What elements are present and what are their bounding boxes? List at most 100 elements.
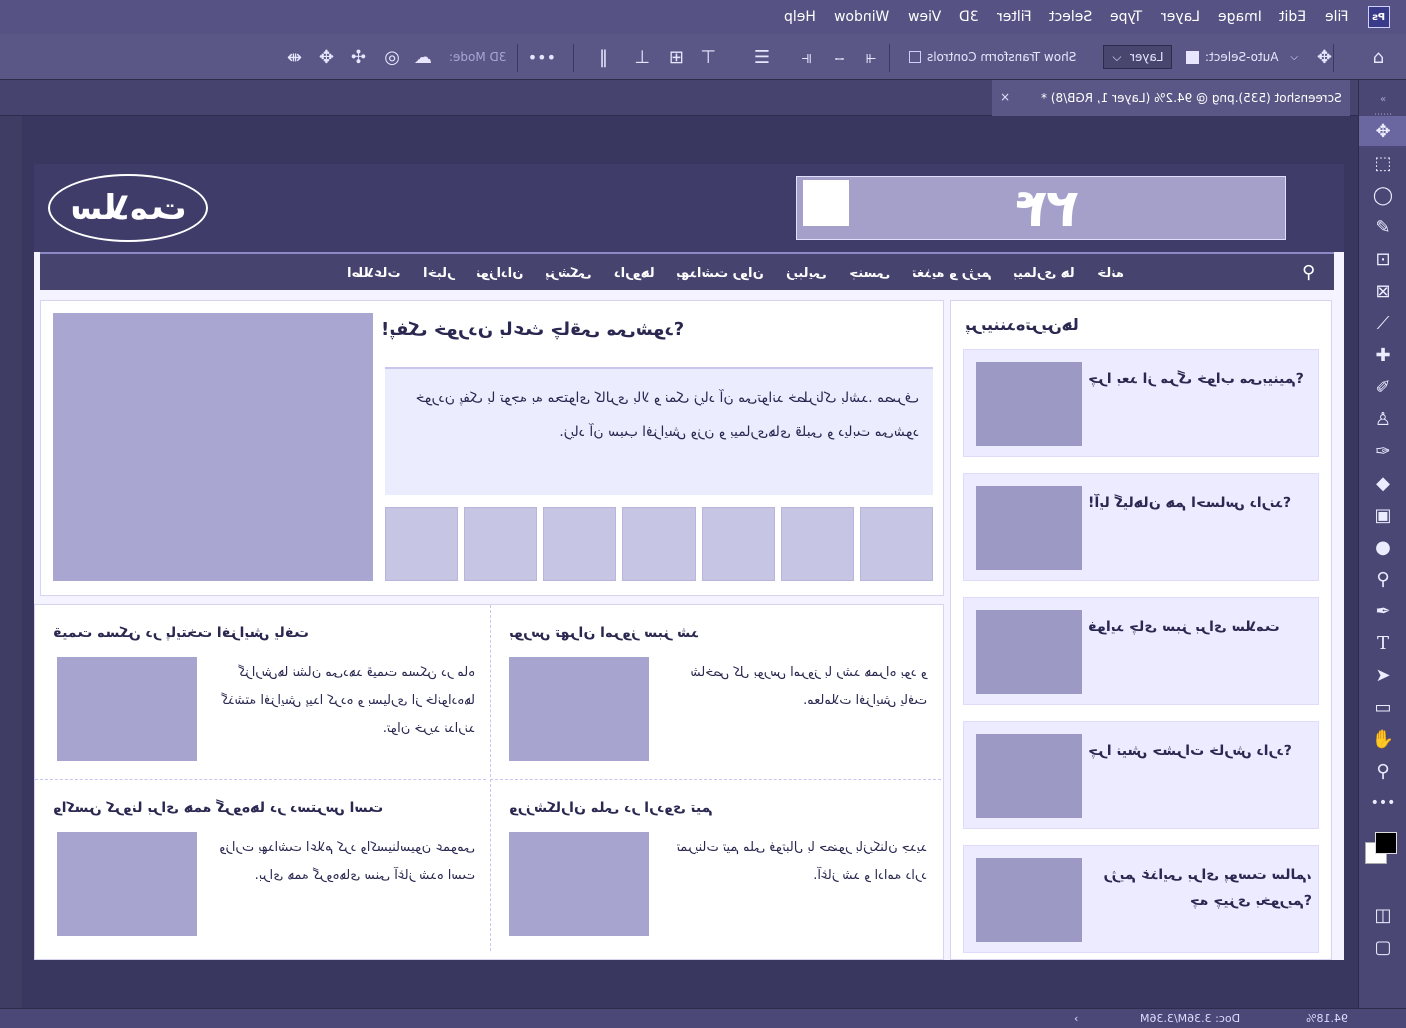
menu-image[interactable]: Image [1218, 9, 1262, 25]
close-tab-icon[interactable]: × [1000, 90, 1010, 104]
align-right-icon[interactable]: ⫣ [801, 34, 812, 80]
thumbnail[interactable] [464, 507, 538, 581]
nav-item[interactable]: پزشکی [545, 266, 591, 281]
align-left-icon[interactable]: ⫦ [866, 34, 876, 80]
dodge-tool-icon[interactable]: ⚲ [1359, 564, 1406, 594]
move-tool-icon[interactable]: ✥ [1359, 116, 1406, 146]
nav-item[interactable]: بهداشت روان [676, 266, 764, 281]
nav-item[interactable]: داروها [614, 266, 655, 281]
show-transform-checkbox[interactable] [908, 51, 921, 63]
most-read-item[interactable]: فواید چای سبز برای سلامت [963, 597, 1319, 705]
align-bottom-icon[interactable]: ⊥ [634, 34, 650, 80]
search-icon[interactable]: ⚲ [1302, 262, 1315, 283]
auto-select-dropdown[interactable]: ⌵ Layer [1103, 34, 1172, 80]
healing-brush-tool-icon[interactable]: ✚ [1359, 340, 1406, 370]
nav-item[interactable]: بیماری ها [1013, 266, 1075, 281]
foreground-color-swatch[interactable] [1375, 832, 1397, 854]
distribute-vertical-icon[interactable]: ‖ [599, 34, 608, 80]
featured-image[interactable] [53, 313, 373, 581]
nav-item[interactable]: زیبایی [786, 266, 827, 281]
blur-tool-icon[interactable]: ● [1359, 532, 1406, 562]
quick-mask-icon[interactable]: ◫ [1359, 900, 1406, 930]
menu-file[interactable]: File [1325, 9, 1348, 25]
news-item[interactable]: بورس تهران امروز سبز شد شاخص کل بورس امر… [490, 605, 941, 777]
screen-mode-icon[interactable]: ▢ [1359, 932, 1406, 962]
most-read-item[interactable]: آیا گیاهان هم احساس دارند؟! [963, 473, 1319, 581]
news-title[interactable]: قیمت مسکن در پایتخت افزایش یافت [53, 625, 473, 641]
thumbnail[interactable] [859, 507, 933, 581]
nav-item[interactable]: خانه [1097, 266, 1124, 281]
nav-item[interactable]: نوزادان [476, 266, 523, 281]
marquee-tool-icon[interactable]: ⬚ [1359, 148, 1406, 178]
hand-tool-icon[interactable]: ✋ [1359, 724, 1406, 754]
news-item[interactable]: قیمت مسکن در پایتخت افزایش یافت گزارش‌ها… [35, 605, 486, 777]
thumbnail[interactable] [780, 507, 854, 581]
nav-item[interactable]: اخبار [423, 266, 455, 281]
path-selection-tool-icon[interactable]: ➤ [1359, 660, 1406, 690]
frame-tool-icon[interactable]: ⊠ [1359, 276, 1406, 306]
menu-filter[interactable]: Filter [997, 9, 1032, 25]
status-arrow-icon[interactable]: › [1074, 1012, 1078, 1025]
brush-tool-icon[interactable]: ✐ [1359, 372, 1406, 402]
history-brush-tool-icon[interactable]: ✑ [1359, 436, 1406, 466]
thumbnail[interactable] [622, 507, 696, 581]
featured-title[interactable]: پفک خوردن باعث چاقی می‌شود؟! [381, 319, 937, 340]
crop-tool-icon[interactable]: ⊡ [1359, 244, 1406, 274]
lasso-tool-icon[interactable]: ◯ [1359, 180, 1406, 210]
document-tab[interactable]: Screenshot (535).png @ 94.2% (Layer 1, R… [992, 80, 1350, 116]
news-title[interactable]: ورزشکاران ملی در اردوی تیم [509, 800, 929, 816]
gradient-tool-icon[interactable]: ▣ [1359, 500, 1406, 530]
document-canvas[interactable]: سلامت ۲۴ خانه بیماری ها تغذیه و رژیم جنس… [34, 164, 1344, 960]
menu-window[interactable]: Window [834, 9, 889, 25]
eyedropper-tool-icon[interactable]: ⟋ [1359, 308, 1406, 338]
pen-tool-icon[interactable]: ✒ [1359, 596, 1406, 626]
news-image[interactable] [509, 657, 649, 761]
menu-type[interactable]: Type [1110, 9, 1142, 25]
tool-preset-chevron-icon[interactable]: ⌵ [1290, 34, 1298, 80]
menu-layer[interactable]: Layer [1161, 9, 1200, 25]
most-read-item[interactable]: رژیم غذایی برای پوست سالم، چه چیزی بخوری… [963, 845, 1319, 953]
nav-item[interactable]: جنسی [849, 266, 890, 281]
3d-roll-icon[interactable]: ◎ [384, 34, 400, 80]
news-image[interactable] [509, 832, 649, 936]
news-item[interactable]: ورزشکاران ملی در اردوی تیم تمرینات تیم م… [490, 779, 941, 951]
3d-orbit-icon[interactable]: ☁ [414, 34, 432, 80]
menu-select[interactable]: Select [1049, 9, 1092, 25]
rectangle-tool-icon[interactable]: ▭ [1359, 692, 1406, 722]
thumbnail[interactable] [543, 507, 617, 581]
quick-select-tool-icon[interactable]: ✎ [1359, 212, 1406, 242]
3d-scale-icon[interactable]: ⇼ [287, 34, 302, 80]
news-item[interactable]: واکسن کرونا برای همه گروه‌ها در دسترس اس… [35, 779, 486, 951]
zoom-tool-icon[interactable]: ⚲ [1359, 756, 1406, 786]
clone-stamp-tool-icon[interactable]: ♙ [1359, 404, 1406, 434]
align-top-icon[interactable]: ⊤ [700, 34, 716, 80]
news-title[interactable]: واکسن کرونا برای همه گروه‌ها در دسترس اس… [53, 800, 473, 816]
home-icon[interactable]: ⌂ [1373, 34, 1384, 80]
news-image[interactable] [57, 657, 197, 761]
move-tool-icon[interactable]: ✥ [1317, 34, 1332, 80]
edit-toolbar-icon[interactable]: ••• [1359, 788, 1406, 818]
menu-edit[interactable]: Edit [1279, 9, 1306, 25]
zoom-level[interactable]: 94.18% [1306, 1012, 1348, 1025]
nav-item[interactable]: اطلاعات [347, 266, 400, 281]
auto-select-checkbox[interactable] [1185, 50, 1199, 64]
thumbnail[interactable] [701, 507, 775, 581]
nav-item[interactable]: تغذیه و رژیم [912, 266, 992, 281]
menu-help[interactable]: Help [784, 9, 816, 25]
more-options-button[interactable]: ••• [528, 34, 556, 80]
align-center-icon[interactable]: ⧿ [835, 34, 844, 80]
thumbnail[interactable] [385, 507, 459, 581]
menu-3d[interactable]: 3D [959, 9, 979, 25]
align-middle-icon[interactable]: ⊞ [669, 34, 684, 80]
distribute-icon[interactable]: ☰ [754, 34, 770, 80]
eraser-tool-icon[interactable]: ◆ [1359, 468, 1406, 498]
news-title[interactable]: بورس تهران امروز سبز شد [509, 625, 929, 641]
most-read-item[interactable]: چرا نیش حشرات خارش دارد؟ [963, 721, 1319, 829]
most-read-item[interactable]: چرا بعد از مرگ خواب می‌بینیم؟ [963, 349, 1319, 457]
3d-pan-icon[interactable]: ✣ [351, 34, 366, 80]
news-image[interactable] [57, 832, 197, 936]
color-swatches[interactable] [1359, 826, 1406, 866]
type-tool-icon[interactable]: T [1359, 628, 1406, 658]
header-banner[interactable]: ۲۴ [796, 176, 1286, 240]
3d-slide-icon[interactable]: ✥ [319, 34, 334, 80]
